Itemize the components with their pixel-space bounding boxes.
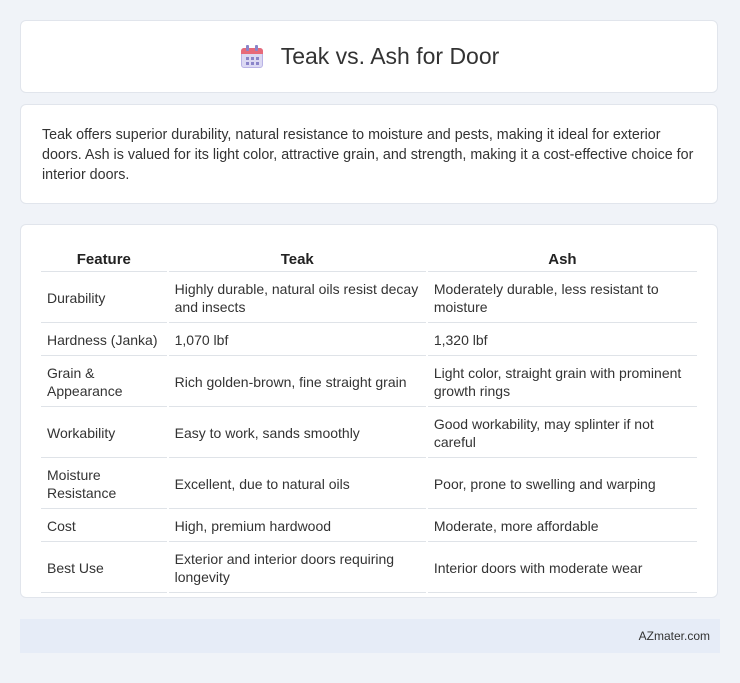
header-ash: Ash xyxy=(427,247,697,272)
comparison-card: Feature Teak Ash Durability Highly durab… xyxy=(20,224,718,598)
cell-feature: Moisture Resistance xyxy=(41,460,167,509)
table-row: Cost High, premium hardwood Moderate, mo… xyxy=(41,511,697,542)
table-row: Grain & Appearance Rich golden-brown, fi… xyxy=(41,358,697,407)
cell-ash: Good workability, may splinter if not ca… xyxy=(427,409,697,458)
summary-card: Teak offers superior durability, natural… xyxy=(20,104,718,204)
table-row: Moisture Resistance Excellent, due to na… xyxy=(41,460,697,509)
cell-ash: Poor, prone to swelling and warping xyxy=(427,460,697,509)
table-row: Durability Highly durable, natural oils … xyxy=(41,274,697,323)
cell-feature: Durability xyxy=(41,274,167,323)
footer: AZmater.com xyxy=(20,619,720,653)
cell-teak: Highly durable, natural oils resist deca… xyxy=(168,274,426,323)
cell-teak: Rich golden-brown, fine straight grain xyxy=(168,358,426,407)
cell-ash: 1,320 lbf xyxy=(427,325,697,356)
footer-brand[interactable]: AZmater.com xyxy=(639,629,710,643)
header-feature: Feature xyxy=(41,247,167,272)
cell-feature: Best Use xyxy=(41,544,167,593)
header-teak: Teak xyxy=(168,247,426,272)
comparison-table: Feature Teak Ash Durability Highly durab… xyxy=(39,245,699,595)
cell-feature: Cost xyxy=(41,511,167,542)
table-row: Workability Easy to work, sands smoothly… xyxy=(41,409,697,458)
table-row: Best Use Exterior and interior doors req… xyxy=(41,544,697,593)
cell-teak: High, premium hardwood xyxy=(168,511,426,542)
cell-teak: 1,070 lbf xyxy=(168,325,426,356)
summary-text: Teak offers superior durability, natural… xyxy=(42,127,694,183)
cell-ash: Moderately durable, less resistant to mo… xyxy=(427,274,697,323)
cell-ash: Moderate, more affordable xyxy=(427,511,697,542)
page-title: Teak vs. Ash for Door xyxy=(280,43,500,69)
cell-ash: Interior doors with moderate wear xyxy=(427,544,697,593)
title-wrap: Teak vs. Ash for Door xyxy=(239,43,500,70)
cell-feature: Hardness (Janka) xyxy=(41,325,167,356)
table-header-row: Feature Teak Ash xyxy=(41,247,697,272)
title-card: Teak vs. Ash for Door xyxy=(20,20,718,93)
cell-teak: Exterior and interior doors requiring lo… xyxy=(168,544,426,593)
cell-teak: Excellent, due to natural oils xyxy=(168,460,426,509)
cell-feature: Workability xyxy=(41,409,167,458)
cell-ash: Light color, straight grain with promine… xyxy=(427,358,697,407)
calendar-icon xyxy=(239,44,265,70)
table-row: Hardness (Janka) 1,070 lbf 1,320 lbf xyxy=(41,325,697,356)
cell-feature: Grain & Appearance xyxy=(41,358,167,407)
cell-teak: Easy to work, sands smoothly xyxy=(168,409,426,458)
